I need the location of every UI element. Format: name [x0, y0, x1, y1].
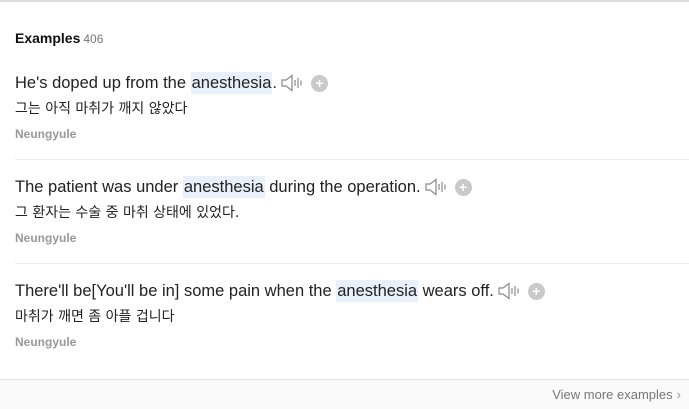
- example-source: Neungyule: [15, 335, 77, 349]
- example-sentence: He's doped up from the anesthesia . +: [15, 72, 328, 94]
- plus-circle-icon[interactable]: +: [454, 178, 472, 196]
- sentence-text: He's doped up from the: [15, 74, 191, 92]
- highlighted-word[interactable]: anesthesia: [182, 176, 265, 198]
- example-item: He's doped up from the anesthesia . + 그는…: [0, 72, 689, 176]
- sentence-text: during the operation.: [264, 178, 421, 196]
- sentence-text: The patient was under: [15, 178, 183, 196]
- highlighted-word[interactable]: anesthesia: [190, 72, 273, 94]
- plus-circle-icon[interactable]: +: [527, 282, 545, 300]
- examples-heading: Examples 406: [15, 30, 103, 48]
- speaker-icon[interactable]: [281, 74, 303, 92]
- sentence-text: .: [272, 74, 277, 92]
- example-source: Neungyule: [15, 231, 77, 245]
- examples-title: Examples: [15, 30, 81, 46]
- example-sentence: There'll be[You'll be in] some pain when…: [15, 280, 545, 302]
- divider: [15, 159, 689, 160]
- example-translation: 그는 아직 마취가 깨지 않았다: [15, 101, 188, 117]
- divider: [15, 263, 689, 264]
- view-more-examples-link[interactable]: View more examples ›: [552, 387, 681, 402]
- sentence-text: There'll be[You'll be in] some pain when…: [15, 282, 337, 300]
- view-more-label: View more examples: [552, 387, 673, 402]
- example-sentence: The patient was under anesthesia during …: [15, 176, 472, 198]
- example-item: The patient was under anesthesia during …: [0, 176, 689, 280]
- chevron-right-icon: ›: [676, 387, 681, 402]
- sentence-text: wears off.: [418, 282, 494, 300]
- highlighted-word[interactable]: anesthesia: [336, 280, 419, 302]
- example-translation: 그 환자는 수술 중 마취 상태에 있었다.: [15, 205, 240, 221]
- example-item: There'll be[You'll be in] some pain when…: [0, 280, 689, 384]
- plus-circle-icon[interactable]: +: [311, 74, 328, 92]
- examples-footer: View more examples ›: [0, 380, 689, 409]
- examples-count: 406: [83, 32, 104, 46]
- speaker-icon[interactable]: [425, 178, 447, 196]
- example-source: Neungyule: [15, 127, 77, 141]
- speaker-icon[interactable]: [498, 282, 520, 300]
- example-translation: 마취가 깨면 좀 아플 겁니다: [15, 309, 175, 325]
- examples-section: Examples 406 He's doped up from the anest…: [0, 0, 689, 409]
